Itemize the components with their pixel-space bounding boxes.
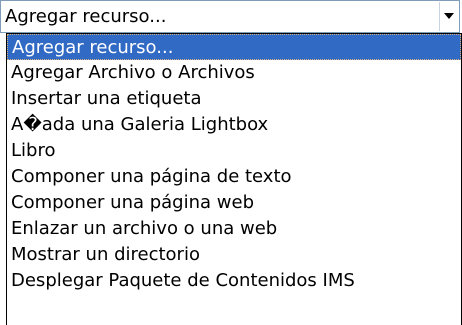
- option-compose-text-page[interactable]: Componer una página de texto: [7, 164, 461, 190]
- dropdown-button[interactable]: [439, 2, 458, 31]
- option-book[interactable]: Libro: [7, 138, 461, 164]
- option-add-resource[interactable]: Agregar recurso...: [7, 34, 461, 60]
- select-current-value: Agregar recurso...: [5, 6, 167, 27]
- chevron-down-icon: [444, 13, 454, 19]
- option-compose-web-page[interactable]: Componer una página web: [7, 190, 461, 216]
- option-show-directory[interactable]: Mostrar un directorio: [7, 242, 461, 268]
- option-deploy-ims-package[interactable]: Desplegar Paquete de Contenidos IMS: [7, 268, 461, 294]
- dropdown-options-list: Agregar recurso... Agregar Archivo o Arc…: [6, 33, 462, 325]
- option-add-files[interactable]: Agregar Archivo o Archivos: [7, 60, 461, 86]
- option-lightbox-gallery[interactable]: A�ada una Galeria Lightbox: [7, 112, 461, 138]
- option-link-file-or-web[interactable]: Enlazar un archivo o una web: [7, 216, 461, 242]
- option-insert-label[interactable]: Insertar una etiqueta: [7, 86, 461, 112]
- add-resource-select[interactable]: Agregar recurso...: [0, 0, 460, 33]
